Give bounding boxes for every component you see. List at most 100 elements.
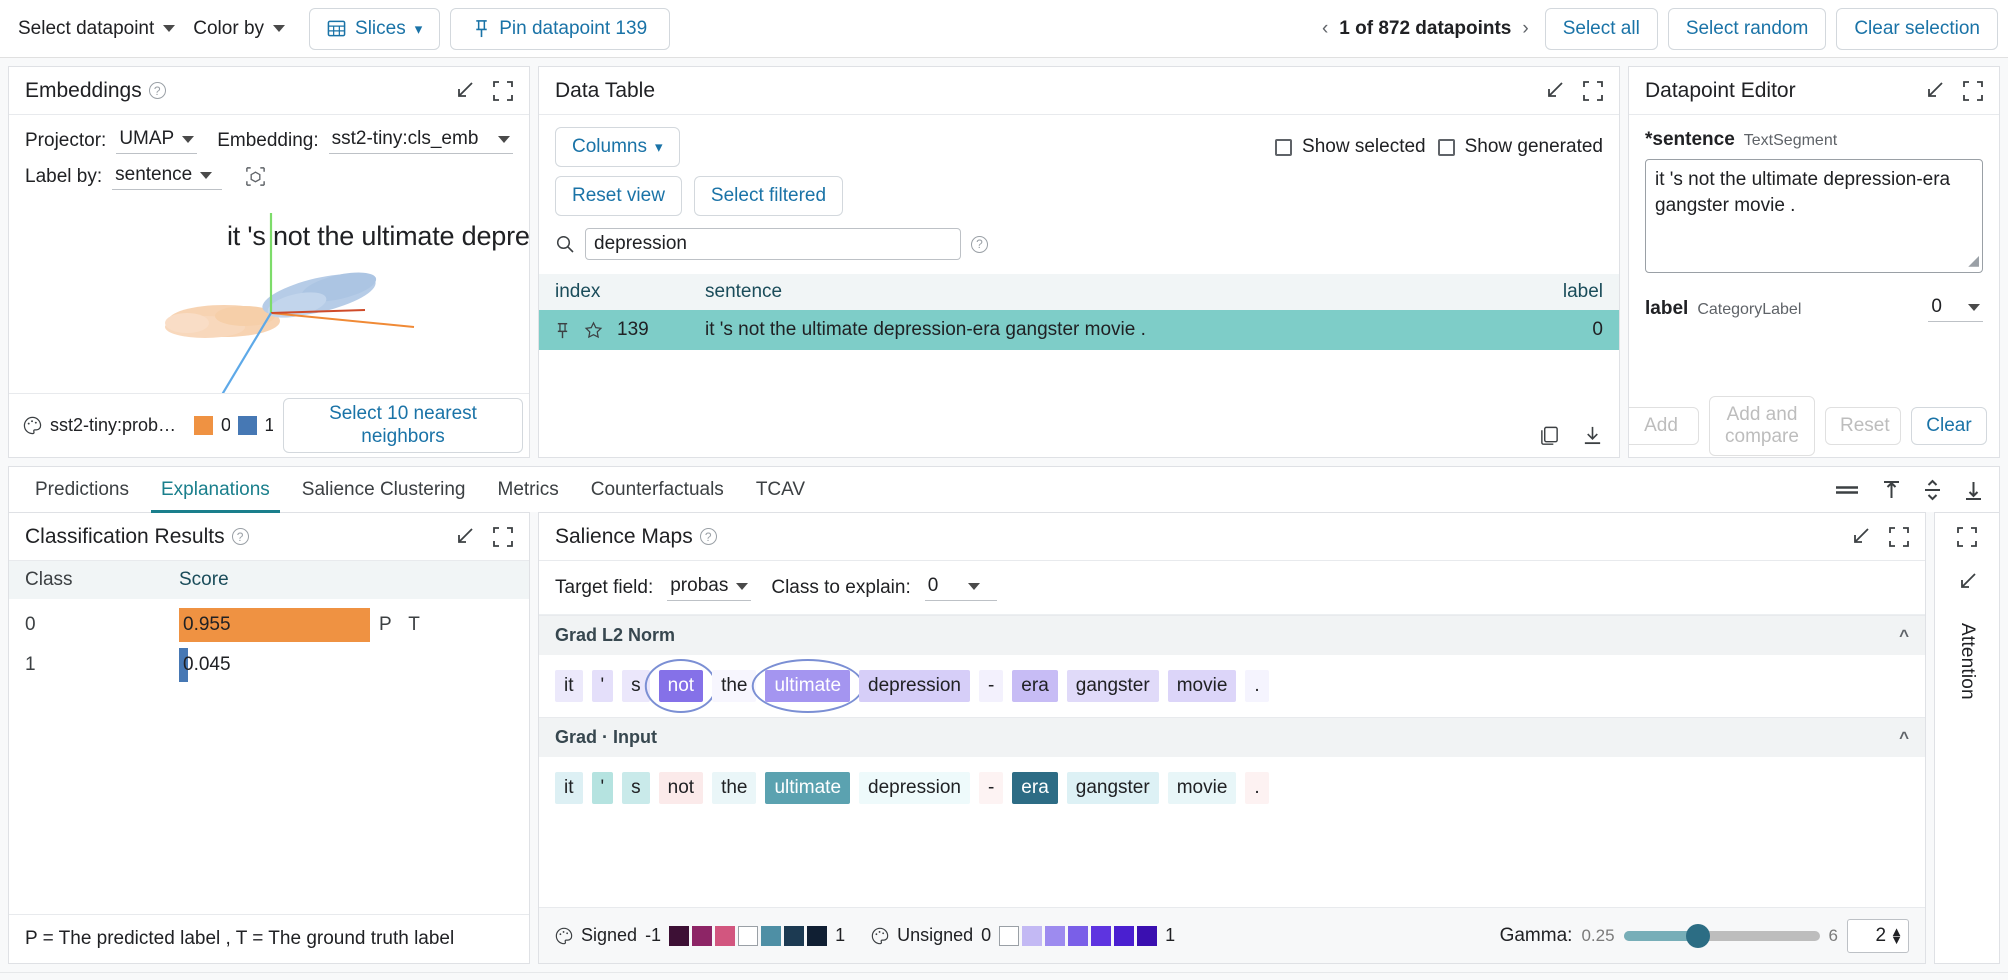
salience-token[interactable]: ' <box>592 772 614 804</box>
download-icon[interactable] <box>1582 425 1603 446</box>
salience-token[interactable]: ultimate <box>765 772 850 804</box>
expand-icon[interactable] <box>493 527 513 547</box>
equal-split-icon[interactable] <box>1834 481 1860 499</box>
class-to-explain-select[interactable]: 0 <box>925 574 997 601</box>
help-icon[interactable]: ? <box>149 82 166 99</box>
table-row[interactable]: 139 it 's not the ultimate depression-er… <box>539 310 1619 350</box>
minimize-icon[interactable] <box>453 526 475 548</box>
show-generated-checkbox[interactable]: Show generated <box>1438 136 1603 158</box>
search-input[interactable]: depression <box>585 228 961 260</box>
salience-token[interactable]: ultimate <box>765 670 850 702</box>
salience-token[interactable]: movie <box>1168 670 1237 702</box>
salience-token[interactable]: not <box>659 772 703 804</box>
select-filtered-button[interactable]: Select filtered <box>694 176 843 216</box>
minimize-icon[interactable] <box>1923 80 1945 102</box>
salience-token[interactable]: ' <box>592 670 614 702</box>
salience-token[interactable]: not <box>659 670 703 702</box>
minimize-icon[interactable] <box>1956 571 1978 593</box>
salience-section-header-grad-input[interactable]: Grad · Input ^ <box>539 717 1925 757</box>
expand-icon[interactable] <box>1889 527 1909 547</box>
salience-token[interactable]: era <box>1012 772 1057 804</box>
clear-selection-button[interactable]: Clear selection <box>1836 8 1998 50</box>
salience-token[interactable]: gangster <box>1067 772 1159 804</box>
salience-token[interactable]: - <box>979 670 1003 702</box>
signed-colormap-legend[interactable]: Signed -1 1 <box>555 925 845 946</box>
expand-icon[interactable] <box>1957 527 1977 547</box>
sentence-textarea[interactable]: it 's not the ultimate depression-era ga… <box>1645 159 1983 273</box>
gamma-slider-knob[interactable] <box>1686 924 1710 948</box>
tab-salience-clustering[interactable]: Salience Clustering <box>286 467 482 513</box>
salience-token[interactable]: depression <box>859 670 970 702</box>
expand-icon[interactable] <box>493 81 513 101</box>
tab-explanations[interactable]: Explanations <box>145 467 286 513</box>
align-top-icon[interactable] <box>1882 479 1901 501</box>
select-all-button[interactable]: Select all <box>1545 8 1658 50</box>
label-field-row: label CategoryLabel 0 <box>1645 295 1983 322</box>
minimize-icon[interactable] <box>1849 526 1871 548</box>
salience-token[interactable]: gangster <box>1067 670 1159 702</box>
labelby-select[interactable]: sentence <box>112 163 222 190</box>
tab-tcav[interactable]: TCAV <box>740 467 821 513</box>
next-datapoint-icon[interactable]: › <box>1522 18 1528 40</box>
reset-view-button[interactable]: Reset view <box>555 176 682 216</box>
salience-token[interactable]: it <box>555 670 583 702</box>
tab-tcav-label: TCAV <box>756 479 805 501</box>
help-icon[interactable]: ? <box>700 528 717 545</box>
columns-button[interactable]: Columns ▾ <box>555 127 680 167</box>
target-field-select[interactable]: probas <box>667 574 751 601</box>
help-icon[interactable]: ? <box>971 236 988 253</box>
slices-button[interactable]: Slices ▾ <box>309 8 440 50</box>
minimize-icon[interactable] <box>453 80 475 102</box>
resize-grip-icon[interactable]: ◢ <box>1968 251 1979 270</box>
prev-datapoint-icon[interactable]: ‹ <box>1322 18 1328 40</box>
gamma-slider[interactable] <box>1624 931 1820 941</box>
salience-token[interactable]: era <box>1012 670 1057 702</box>
stepper-arrows-icon[interactable]: ▲▼ <box>1890 928 1903 943</box>
add-button[interactable]: Add <box>1628 407 1699 445</box>
salience-token[interactable]: it <box>555 772 583 804</box>
attention-module-tab[interactable]: Attention <box>1956 623 1978 700</box>
align-bottom-icon[interactable] <box>1964 479 1983 501</box>
col-header-index[interactable]: index <box>555 281 705 303</box>
col-header-label[interactable]: label <box>1513 281 1603 303</box>
salience-token[interactable]: the <box>712 670 756 702</box>
embeddings-scatter-canvas[interactable]: it 's not the ultimate depres <box>9 203 529 393</box>
embeddings-scatter-svg <box>9 203 529 393</box>
tab-predictions[interactable]: Predictions <box>19 467 145 513</box>
tab-metrics[interactable]: Metrics <box>482 467 575 513</box>
expand-icon[interactable] <box>1963 81 1983 101</box>
projector-select[interactable]: UMAP <box>116 127 197 154</box>
split-vertical-icon[interactable] <box>1923 479 1942 501</box>
reset-3d-view-icon[interactable] <box>244 165 267 188</box>
help-icon[interactable]: ? <box>232 528 249 545</box>
salience-token[interactable]: depression <box>859 772 970 804</box>
select-nearest-neighbors-button[interactable]: Select 10 nearest neighbors <box>283 398 523 453</box>
salience-token[interactable]: movie <box>1168 772 1237 804</box>
star-icon[interactable] <box>584 321 603 340</box>
select-datapoint-dropdown[interactable]: Select datapoint <box>14 14 189 44</box>
gamma-value-stepper[interactable]: 2 ▲▼ <box>1847 919 1909 953</box>
tab-counterfactuals[interactable]: Counterfactuals <box>575 467 740 513</box>
select-random-button[interactable]: Select random <box>1668 8 1827 50</box>
salience-section-header-grad-l2[interactable]: Grad L2 Norm ^ <box>539 615 1925 655</box>
salience-token[interactable]: - <box>979 772 1003 804</box>
reset-button[interactable]: Reset <box>1825 407 1901 445</box>
pin-icon[interactable] <box>555 322 570 339</box>
salience-token[interactable]: . <box>1245 670 1268 702</box>
unsigned-colormap-legend[interactable]: Unsigned 0 1 <box>871 925 1175 946</box>
salience-token[interactable]: . <box>1245 772 1268 804</box>
minimize-icon[interactable] <box>1543 80 1565 102</box>
show-selected-checkbox[interactable]: Show selected <box>1275 136 1426 158</box>
col-header-sentence[interactable]: sentence <box>705 281 1513 303</box>
embedding-select[interactable]: sst2-tiny:cls_emb <box>329 127 513 154</box>
pin-datapoint-button[interactable]: Pin datapoint 139 <box>450 8 670 50</box>
clear-button[interactable]: Clear <box>1911 407 1987 445</box>
label-value-select[interactable]: 0 <box>1928 295 1983 322</box>
color-by-dropdown[interactable]: Color by <box>189 14 299 44</box>
chevron-down-icon <box>200 172 212 179</box>
salience-token[interactable]: s <box>622 772 650 804</box>
copy-icon[interactable] <box>1539 425 1560 446</box>
add-and-compare-button[interactable]: Add and compare <box>1709 396 1815 456</box>
salience-token[interactable]: the <box>712 772 756 804</box>
expand-icon[interactable] <box>1583 81 1603 101</box>
